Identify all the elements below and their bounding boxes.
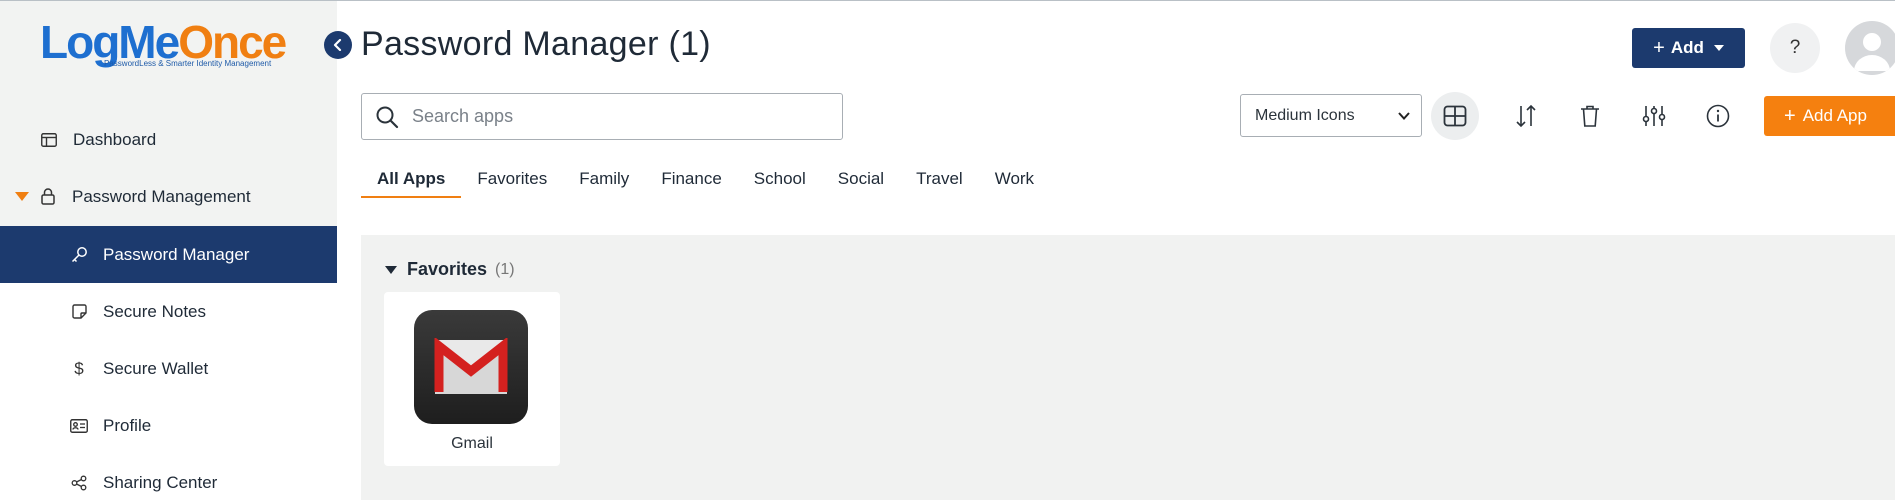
- tab-travel[interactable]: Travel: [900, 164, 979, 198]
- note-icon: [70, 303, 88, 321]
- grid-view-button[interactable]: [1431, 92, 1479, 140]
- caret-down-icon: [385, 265, 397, 274]
- sidebar-item-sharing-center[interactable]: Sharing Center: [0, 454, 337, 500]
- add-app-label: Add App: [1802, 106, 1867, 125]
- app-card-gmail[interactable]: Gmail: [384, 292, 560, 466]
- tab-finance[interactable]: Finance: [645, 164, 737, 198]
- collapse-sidebar-button[interactable]: [324, 31, 352, 59]
- logo-tagline: PasswordLess & Smarter Identity Manageme…: [104, 59, 272, 68]
- search-input[interactable]: [412, 106, 812, 127]
- category-tabs: All Apps Favorites Family Finance School…: [361, 164, 1050, 198]
- filter-settings-button[interactable]: [1630, 92, 1678, 140]
- sidebar-item-secure-wallet[interactable]: $ Secure Wallet: [0, 340, 337, 397]
- user-icon: [1854, 33, 1890, 71]
- tab-all-apps[interactable]: All Apps: [361, 164, 462, 198]
- view-mode-select[interactable]: Medium Icons: [1240, 94, 1422, 137]
- tab-work[interactable]: Work: [979, 164, 1050, 198]
- dollar-icon: $: [74, 358, 84, 378]
- sliders-icon: [1642, 104, 1666, 128]
- sidebar-item-dashboard[interactable]: Dashboard: [0, 111, 337, 168]
- logo[interactable]: LogMeOnce PasswordLess & Smarter Identit…: [40, 19, 290, 75]
- add-button[interactable]: + Add: [1632, 28, 1745, 68]
- sort-icon: [1515, 104, 1537, 128]
- sidebar-item-password-manager[interactable]: Password Manager: [0, 226, 337, 283]
- sidebar-item-secure-notes[interactable]: Secure Notes: [0, 283, 337, 340]
- id-card-icon: [70, 417, 88, 435]
- tab-family[interactable]: Family: [563, 164, 645, 198]
- page-title: Password Manager (1): [361, 25, 711, 63]
- info-icon: [1706, 104, 1730, 128]
- apps-panel: Favorites (1) Gmail: [361, 235, 1895, 500]
- sidebar-item-label: Secure Notes: [103, 301, 206, 321]
- tab-favorites[interactable]: Favorites: [461, 164, 563, 198]
- sidebar-item-label: Profile: [103, 415, 152, 435]
- help-button[interactable]: ?: [1770, 23, 1820, 73]
- sort-button[interactable]: [1502, 92, 1550, 140]
- sidebar-item-label: Secure Wallet: [103, 358, 209, 378]
- app-label: Gmail: [451, 435, 493, 452]
- sidebar-item-label: Sharing Center: [103, 472, 218, 492]
- sidebar: LogMeOnce PasswordLess & Smarter Identit…: [0, 1, 337, 500]
- sidebar-item-label: Password Manager: [103, 244, 250, 264]
- view-mode-value: Medium Icons: [1255, 106, 1355, 124]
- help-icon: ?: [1789, 37, 1801, 58]
- lock-icon: [39, 188, 57, 206]
- plus-icon: +: [1784, 104, 1796, 127]
- tab-social[interactable]: Social: [822, 164, 900, 198]
- chevron-down-icon: [1397, 109, 1411, 128]
- caret-down-icon: [15, 192, 29, 201]
- sidebar-item-label: Password Management: [72, 186, 251, 206]
- dashboard-icon: [40, 131, 58, 149]
- section-title: Favorites: [407, 259, 488, 279]
- avatar[interactable]: [1845, 21, 1895, 75]
- sidebar-item-password-management[interactable]: Password Management: [0, 168, 337, 225]
- gmail-icon: [414, 310, 528, 424]
- add-app-button[interactable]: + Add App: [1764, 96, 1895, 136]
- sidebar-item-label: Dashboard: [73, 129, 157, 149]
- key-icon: [70, 246, 88, 264]
- info-button[interactable]: [1694, 92, 1742, 140]
- grid-icon: [1443, 104, 1467, 128]
- favorites-section-header[interactable]: Favorites (1): [385, 259, 515, 280]
- search-icon: [375, 105, 399, 134]
- delete-button[interactable]: [1566, 92, 1614, 140]
- sidebar-item-profile[interactable]: Profile: [0, 397, 337, 454]
- tab-school[interactable]: School: [738, 164, 822, 198]
- caret-down-icon: [1713, 45, 1724, 51]
- add-button-label: Add: [1670, 38, 1704, 57]
- section-count: (1): [495, 260, 515, 278]
- plus-icon: +: [1653, 36, 1665, 59]
- chevron-left-icon: [333, 39, 343, 51]
- trash-icon: [1580, 104, 1600, 128]
- share-icon: [70, 474, 88, 492]
- search-box: [361, 93, 843, 140]
